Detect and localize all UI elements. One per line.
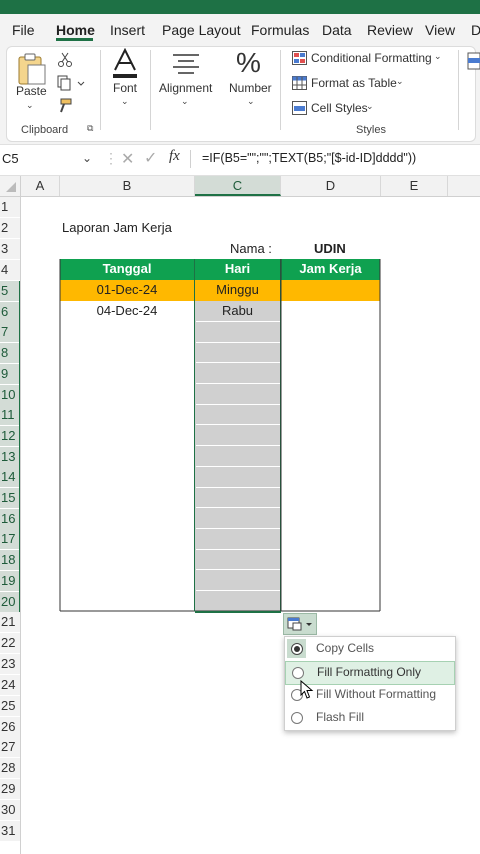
option-label: Flash Fill [316, 710, 365, 724]
option-flash-fill[interactable]: Flash Fill [285, 707, 455, 729]
mouse-cursor-icon [300, 680, 314, 699]
radio-icon [292, 667, 304, 679]
autofill-options-button[interactable] [283, 613, 317, 635]
radio-selected-icon [291, 643, 303, 655]
option-label: Copy Cells [316, 641, 375, 655]
option-label: Fill Without Formatting [316, 687, 437, 701]
option-label: Fill Formatting Only [317, 665, 422, 679]
radio-icon [291, 712, 303, 724]
option-copy-cells[interactable]: Copy Cells [285, 638, 455, 660]
